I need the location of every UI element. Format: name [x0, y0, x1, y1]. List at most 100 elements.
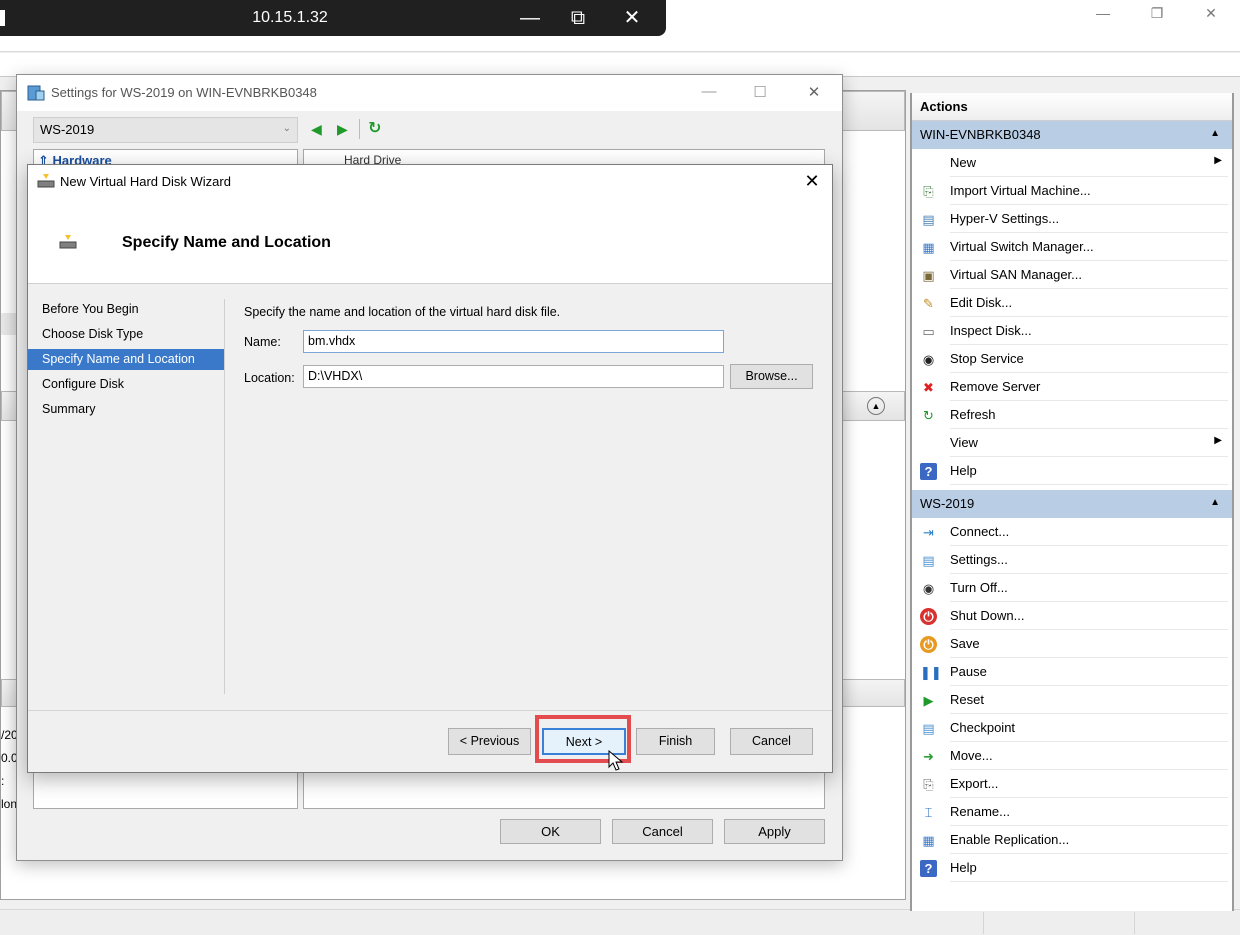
- step-choose-disk-type[interactable]: Choose Disk Type: [28, 324, 224, 345]
- wizard-titlebar: New Virtual Hard Disk Wizard ✕: [28, 165, 832, 198]
- action-item[interactable]: ▤ Settings...: [912, 546, 1232, 574]
- turn-off-icon: ◉: [922, 581, 935, 596]
- action-item[interactable]: ➜ Move...: [912, 742, 1232, 770]
- action-item[interactable]: ✖ Remove Server: [912, 373, 1232, 401]
- move-icon: ➜: [923, 749, 934, 764]
- rdp-minimize-button[interactable]: —: [510, 4, 550, 32]
- settings-title: Settings for WS-2019 on WIN-EVNBRKB0348: [51, 85, 317, 100]
- actions-section-vm[interactable]: WS-2019 ▲: [912, 490, 1232, 518]
- host-minimize-button[interactable]: —: [1080, 2, 1126, 26]
- action-label: Remove Server: [950, 379, 1041, 394]
- chevron-down-icon: ⌄: [282, 123, 291, 134]
- host-restore-button[interactable]: ❐: [1134, 2, 1180, 26]
- refresh-icon[interactable]: ↻: [368, 118, 381, 138]
- collapse-up-icon[interactable]: ▲: [867, 397, 885, 415]
- action-item[interactable]: ⏻ Save: [912, 630, 1232, 658]
- status-divider: [983, 912, 984, 934]
- rdp-restore-button[interactable]: ⧉: [558, 4, 598, 32]
- browse-button[interactable]: Browse...: [730, 364, 813, 389]
- actions-section-server[interactable]: WIN-EVNBRKB0348 ▲: [912, 121, 1232, 149]
- step-specify-name-location[interactable]: Specify Name and Location: [28, 349, 224, 370]
- collapse-icon[interactable]: ▲: [1210, 128, 1220, 139]
- action-label: View: [950, 435, 978, 450]
- action-item[interactable]: ▦ Enable Replication...: [912, 826, 1232, 854]
- section-header-label: WS-2019: [920, 496, 975, 511]
- ok-button[interactable]: OK: [500, 819, 601, 844]
- remove-icon: ✖: [923, 380, 934, 395]
- action-item[interactable]: ◉ Turn Off...: [912, 574, 1232, 602]
- action-item[interactable]: ⇥ Connect...: [912, 518, 1232, 546]
- action-label: Connect...: [950, 524, 1010, 539]
- action-item[interactable]: ✎ Edit Disk...: [912, 289, 1232, 317]
- step-summary[interactable]: Summary: [28, 399, 224, 420]
- name-input[interactable]: bm.vhdx: [303, 330, 724, 353]
- action-item[interactable]: ❚❚ Pause: [912, 658, 1232, 686]
- action-item[interactable]: ⏻ Shut Down...: [912, 602, 1232, 630]
- remote-desktop-bar: 10.15.1.32 — ⧉ ✕: [0, 0, 666, 36]
- refresh-icon: ↻: [923, 408, 934, 423]
- collapse-icon[interactable]: ▲: [1210, 497, 1220, 508]
- action-label: Virtual SAN Manager...: [950, 267, 1082, 282]
- settings-minimize-button[interactable]: —: [694, 83, 724, 103]
- rdp-close-button[interactable]: ✕: [612, 4, 652, 32]
- settings-maximize-button[interactable]: ☐: [745, 83, 775, 103]
- action-item[interactable]: New ▶: [912, 149, 1232, 177]
- action-item[interactable]: ⎘ Import Virtual Machine...: [912, 177, 1232, 205]
- stop-icon: ◉: [922, 352, 935, 367]
- action-item[interactable]: View ▶: [912, 429, 1232, 457]
- action-item[interactable]: ▭ Inspect Disk...: [912, 317, 1232, 345]
- rdp-title: 10.15.1.32: [252, 9, 328, 26]
- action-item[interactable]: ⎘ Export...: [912, 770, 1232, 798]
- action-item[interactable]: ? Help: [912, 457, 1232, 485]
- rename-icon: ⌶: [924, 805, 933, 820]
- host-close-button[interactable]: ✕: [1188, 2, 1234, 26]
- san-icon: ▣: [922, 268, 935, 283]
- action-label: Turn Off...: [950, 580, 1008, 595]
- apply-button[interactable]: Apply: [724, 819, 825, 844]
- next-arrow-icon[interactable]: ▶: [337, 121, 348, 138]
- action-item[interactable]: ↻ Refresh: [912, 401, 1232, 429]
- checkpoint-icon: ▤: [922, 721, 935, 736]
- action-label: Import Virtual Machine...: [950, 183, 1091, 198]
- disk-icon: [59, 235, 77, 249]
- cancel-button[interactable]: Cancel: [730, 728, 813, 755]
- vm-selector[interactable]: WS-2019 ⌄: [33, 117, 298, 143]
- wizard-steps: Before You Begin Choose Disk Type Specif…: [28, 299, 224, 699]
- name-label: Name:: [244, 335, 281, 349]
- action-item[interactable]: ◉ Stop Service: [912, 345, 1232, 373]
- action-item[interactable]: ⌶ Rename...: [912, 798, 1232, 826]
- action-label: Pause: [950, 664, 987, 679]
- action-label: Settings...: [950, 552, 1008, 567]
- location-label: Location:: [244, 371, 295, 385]
- previous-arrow-icon[interactable]: ◀: [311, 121, 322, 138]
- location-input[interactable]: D:\VHDX\: [303, 365, 724, 388]
- previous-button[interactable]: < Previous: [448, 728, 531, 755]
- action-item[interactable]: ▤ Hyper-V Settings...: [912, 205, 1232, 233]
- action-label: New: [950, 155, 977, 170]
- toolbar-separator: [359, 119, 360, 139]
- step-configure-disk[interactable]: Configure Disk: [28, 374, 224, 395]
- action-item[interactable]: ▶ Reset: [912, 686, 1232, 714]
- pause-icon: ❚❚: [920, 665, 942, 680]
- action-label: Enable Replication...: [950, 832, 1070, 847]
- settings-close-button[interactable]: ✕: [799, 83, 829, 103]
- action-label: Shut Down...: [950, 608, 1025, 623]
- action-item[interactable]: ▦ Virtual Switch Manager...: [912, 233, 1232, 261]
- close-icon[interactable]: ✕: [800, 171, 824, 193]
- edit-disk-icon: ✎: [923, 296, 934, 311]
- help-icon: ?: [920, 463, 937, 480]
- divider: [224, 299, 225, 694]
- cancel-button[interactable]: Cancel: [612, 819, 713, 844]
- step-before-you-begin[interactable]: Before You Begin: [28, 299, 224, 320]
- action-item[interactable]: ▣ Virtual SAN Manager...: [912, 261, 1232, 289]
- import-icon: ⎘: [923, 184, 934, 199]
- pin-icon[interactable]: [0, 10, 5, 26]
- finish-button[interactable]: Finish: [636, 728, 715, 755]
- settings-icon: ▤: [922, 553, 935, 568]
- action-item[interactable]: ▤ Checkpoint: [912, 714, 1232, 742]
- action-label: Move...: [950, 748, 993, 763]
- action-label: Help: [950, 463, 977, 478]
- export-icon: ⎘: [923, 777, 934, 792]
- action-item[interactable]: ? Help: [912, 854, 1232, 882]
- wizard-header: Specify Name and Location: [28, 198, 832, 284]
